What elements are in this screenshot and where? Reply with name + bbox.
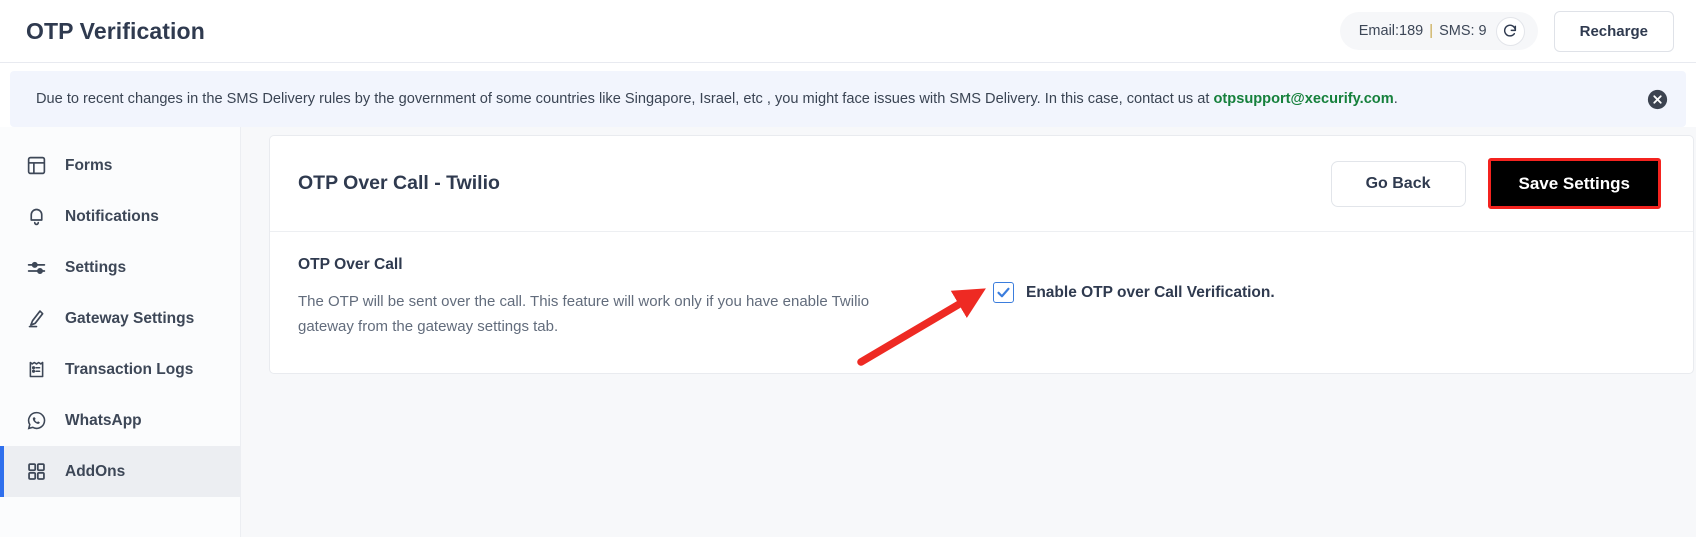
- banner-message: Due to recent changes in the SMS Deliver…: [36, 90, 1398, 109]
- grid-squares-icon: [25, 461, 47, 483]
- enable-otp-over-call-checkbox[interactable]: [993, 282, 1014, 303]
- sidebar-item-label: Gateway Settings: [65, 309, 195, 327]
- sidebar-item-gateway-settings[interactable]: Gateway Settings: [0, 293, 240, 344]
- balance-separator: |: [1429, 23, 1434, 39]
- sidebar-item-settings[interactable]: Settings: [0, 242, 240, 293]
- sidebar-item-label: AddOns: [65, 462, 126, 480]
- pen-icon: [25, 308, 47, 330]
- sms-balance: SMS: 9: [1439, 23, 1487, 39]
- sidebar-item-whatsapp[interactable]: WhatsApp: [0, 395, 240, 446]
- balance-text: Email:189 | SMS: 9: [1359, 23, 1487, 39]
- card-actions: Go Back Save Settings: [1330, 158, 1661, 209]
- sidebar-item-label: Forms: [65, 156, 113, 174]
- recharge-button[interactable]: Recharge: [1553, 10, 1674, 52]
- main-content: OTP Over Call - Twilio Go Back Save Sett…: [241, 127, 1696, 537]
- otp-over-call-section: OTP Over Call The OTP will be sent over …: [298, 256, 938, 339]
- sms-delivery-notice-banner: Due to recent changes in the SMS Deliver…: [10, 71, 1686, 127]
- refresh-icon[interactable]: [1495, 16, 1525, 46]
- balance-pill: Email:189 | SMS: 9: [1339, 12, 1538, 50]
- enable-otp-over-call-row: Enable OTP over Call Verification.: [993, 256, 1275, 303]
- sidebar-item-label: Transaction Logs: [65, 360, 194, 378]
- bell-icon: [25, 206, 47, 228]
- card-body: OTP Over Call The OTP will be sent over …: [270, 232, 1693, 373]
- go-back-button[interactable]: Go Back: [1330, 160, 1466, 207]
- whatsapp-icon: [25, 410, 47, 432]
- sidebar-item-label: Settings: [65, 258, 127, 276]
- layout-panel-icon: [25, 155, 47, 177]
- save-settings-button[interactable]: Save Settings: [1490, 161, 1658, 206]
- section-title: OTP Over Call: [298, 256, 403, 273]
- save-settings-highlight: Save Settings: [1487, 158, 1661, 209]
- card-title: OTP Over Call - Twilio: [298, 172, 500, 194]
- page-title: OTP Verification: [26, 17, 205, 44]
- email-balance: Email:189: [1358, 23, 1424, 39]
- card-header: OTP Over Call - Twilio Go Back Save Sett…: [270, 136, 1693, 232]
- enable-otp-over-call-label: Enable OTP over Call Verification.: [1026, 284, 1275, 301]
- content-shell: Forms Notifications Settings Gateway Set…: [0, 127, 1696, 537]
- sidebar-item-transaction-logs[interactable]: Transaction Logs: [0, 344, 240, 395]
- top-bar-actions: Email:189 | SMS: 9 Recharge: [1339, 10, 1674, 52]
- sidebar-item-notifications[interactable]: Notifications: [0, 191, 240, 242]
- banner-text-after-link: .: [1393, 90, 1398, 107]
- sidebar-item-addons[interactable]: AddOns: [0, 446, 240, 497]
- banner-text-before-link: Due to recent changes in the SMS Deliver…: [36, 90, 1214, 107]
- close-circle-icon[interactable]: [1647, 89, 1668, 110]
- sliders-icon: [25, 257, 47, 279]
- sidebar: Forms Notifications Settings Gateway Set…: [0, 127, 241, 537]
- support-email-link[interactable]: otpsupport@xecurify.com: [1214, 91, 1394, 107]
- top-bar: OTP Verification Email:189 | SMS: 9 Rech…: [0, 0, 1696, 63]
- sidebar-item-forms[interactable]: Forms: [0, 140, 240, 191]
- otp-over-call-card: OTP Over Call - Twilio Go Back Save Sett…: [269, 135, 1694, 375]
- sidebar-item-label: WhatsApp: [65, 411, 142, 429]
- section-description: The OTP will be sent over the call. This…: [298, 293, 870, 336]
- clipboard-list-icon: [25, 359, 47, 381]
- sidebar-item-label: Notifications: [65, 207, 159, 225]
